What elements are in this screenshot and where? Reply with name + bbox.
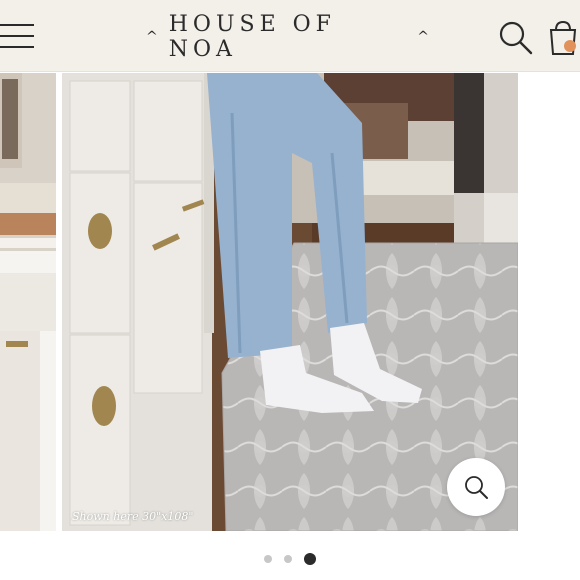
next-slide-area[interactable] — [524, 73, 580, 531]
caret-up-icon: ^ — [146, 29, 163, 45]
cart-badge — [564, 40, 576, 52]
previous-slide-image[interactable] — [0, 73, 56, 531]
menu-line — [0, 46, 34, 48]
brand-logo[interactable]: ^ HOUSE OF NOA ^ — [140, 12, 440, 62]
menu-line — [0, 35, 34, 37]
site-header: ^ HOUSE OF NOA ^ — [0, 0, 580, 72]
brand-name: HOUSE OF NOA — [168, 12, 336, 62]
zoom-search-icon[interactable] — [447, 458, 505, 516]
product-image[interactable]: Shown here 30"x108" — [62, 73, 518, 531]
slide-pagination — [0, 551, 580, 567]
slide-dot-3-active[interactable] — [304, 553, 316, 565]
hamburger-menu-icon[interactable] — [0, 22, 36, 50]
slide-dot-2[interactable] — [284, 555, 292, 563]
shopping-bag-icon[interactable] — [546, 18, 580, 58]
slide-dot-1[interactable] — [264, 555, 272, 563]
menu-line — [0, 24, 34, 26]
product-gallery: Shown here 30"x108" — [0, 73, 580, 531]
image-caption: Shown here 30"x108" — [72, 510, 194, 523]
caret-up-icon: ^ — [417, 29, 434, 45]
search-icon[interactable] — [498, 20, 534, 56]
